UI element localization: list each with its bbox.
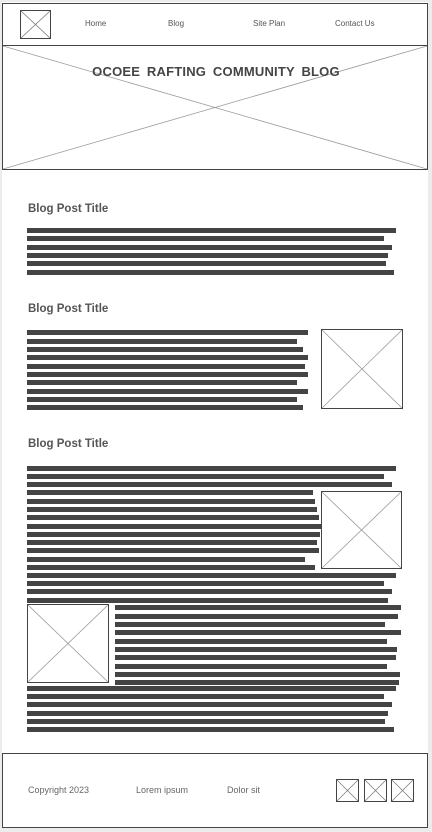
blog-post-title[interactable]: Blog Post Title <box>28 203 108 215</box>
social-placeholder-icon[interactable] <box>391 779 414 802</box>
post-image-placeholder-icon <box>321 329 403 409</box>
text-line <box>27 474 384 479</box>
text-line <box>27 565 315 570</box>
text-line <box>27 524 321 529</box>
nav-blog[interactable]: Blog <box>168 19 184 28</box>
text-line <box>27 573 396 578</box>
text-line <box>27 245 392 250</box>
text-line <box>115 614 398 619</box>
text-line <box>27 270 394 275</box>
text-line <box>27 355 308 360</box>
social-placeholder-icon[interactable] <box>336 779 359 802</box>
text-line <box>27 557 305 562</box>
text-line <box>115 680 399 685</box>
text-line <box>27 466 396 471</box>
text-line <box>27 694 384 699</box>
nav-home[interactable]: Home <box>85 19 106 28</box>
text-line <box>27 581 384 586</box>
post-image-placeholder-icon <box>27 604 109 683</box>
text-line <box>27 490 313 495</box>
text-line <box>27 532 320 537</box>
text-line <box>27 548 319 553</box>
text-line <box>27 515 319 520</box>
text-line <box>27 727 394 732</box>
social-placeholder-icon[interactable] <box>364 779 387 802</box>
text-line <box>27 330 308 335</box>
blog-post-title[interactable]: Blog Post Title <box>28 438 108 450</box>
text-line <box>115 622 385 627</box>
footer-link-lorem-ipsum[interactable]: Lorem ipsum <box>136 785 188 795</box>
text-line <box>27 339 297 344</box>
footer-link-dolor-sit[interactable]: Dolor sit <box>227 785 260 795</box>
post-image-placeholder-icon <box>321 491 402 569</box>
text-line <box>27 499 315 504</box>
text-line <box>27 347 303 352</box>
text-line <box>27 380 297 385</box>
text-line <box>27 540 317 545</box>
nav-contact-us[interactable]: Contact Us <box>335 19 375 28</box>
text-line <box>27 364 305 369</box>
text-line <box>27 389 308 394</box>
text-line <box>27 397 297 402</box>
text-line <box>115 647 397 652</box>
text-line <box>27 711 388 716</box>
text-line <box>27 253 388 258</box>
text-line <box>115 664 387 669</box>
footer-copyright: Copyright 2023 <box>28 785 90 795</box>
nav-site-plan[interactable]: Site Plan <box>253 19 285 28</box>
text-line <box>115 672 400 677</box>
text-line <box>27 228 396 233</box>
text-line <box>27 598 388 603</box>
text-line <box>115 655 396 660</box>
text-line <box>27 405 303 410</box>
text-line <box>27 702 392 707</box>
text-line <box>27 686 396 691</box>
text-line <box>115 630 401 635</box>
text-line <box>27 589 392 594</box>
hero-title: OCOEE RAFTING COMMUNITY BLOG <box>92 64 340 79</box>
text-line <box>27 236 384 241</box>
text-line <box>27 507 317 512</box>
text-line <box>115 605 401 610</box>
logo-placeholder-icon[interactable] <box>20 10 51 39</box>
text-line <box>27 261 386 266</box>
blog-post-title[interactable]: Blog Post Title <box>28 303 108 315</box>
text-line <box>27 372 308 377</box>
hero-banner: OCOEE RAFTING COMMUNITY BLOG <box>2 45 428 170</box>
text-line <box>27 719 385 724</box>
text-line <box>115 639 387 644</box>
text-line <box>27 482 392 487</box>
